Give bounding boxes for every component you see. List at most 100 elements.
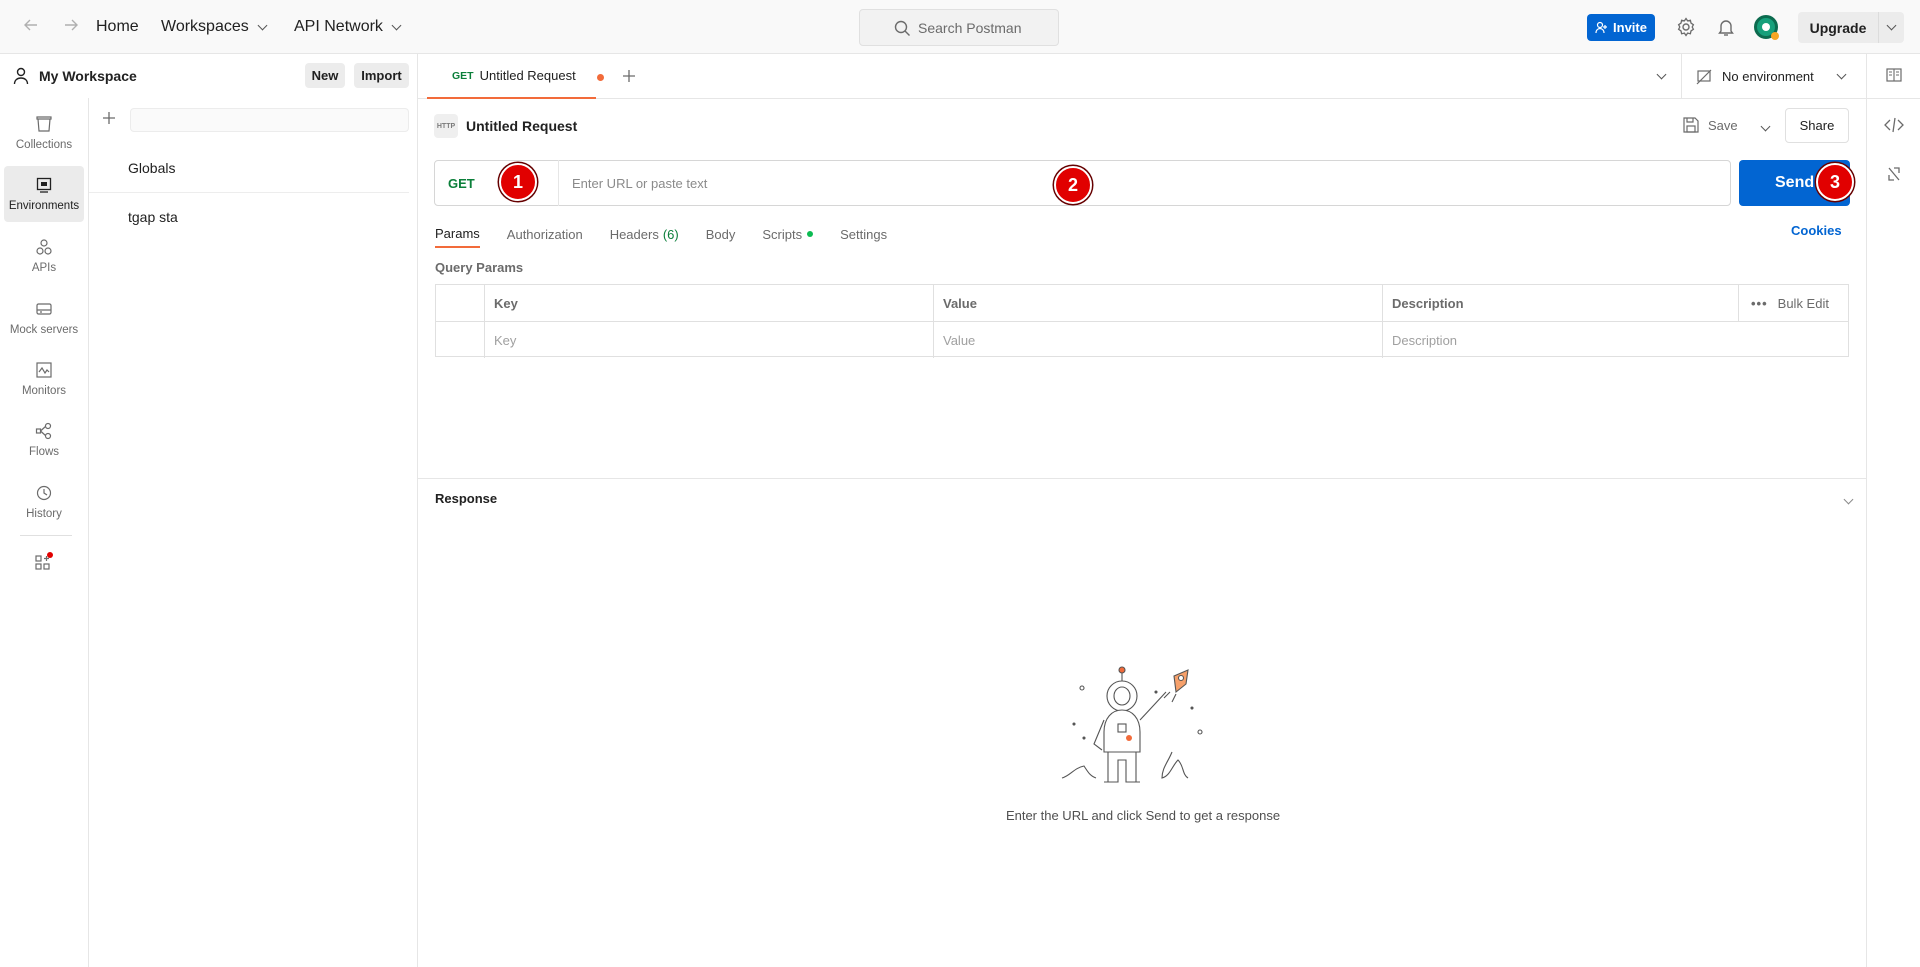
environment-selector[interactable]: No environment xyxy=(1681,54,1847,99)
scripts-status-dot xyxy=(807,231,814,237)
home-link[interactable]: Home xyxy=(96,14,139,40)
value-input[interactable]: Value xyxy=(934,322,1383,358)
tab-title: Untitled Request xyxy=(479,68,576,83)
url-input[interactable] xyxy=(559,163,1730,203)
tab-method: GET xyxy=(452,69,474,82)
new-button-label: New xyxy=(311,68,339,83)
configure-workbench-button[interactable] xyxy=(4,540,84,584)
astronaut-illustration xyxy=(1061,666,1203,783)
right-sidebar xyxy=(1866,54,1920,967)
upgrade-button[interactable]: Upgrade xyxy=(1798,12,1904,43)
tab-label: Headers xyxy=(609,226,659,242)
mock-servers-icon xyxy=(36,303,52,315)
add-user-icon xyxy=(1595,21,1608,34)
tab-label: Body xyxy=(705,226,736,242)
tab-untitled-request[interactable]: GET Untitled Request xyxy=(427,54,604,99)
unsaved-indicator xyxy=(597,74,604,81)
row-checkbox-cell xyxy=(436,322,485,358)
sidebar-item-apis[interactable]: APIs xyxy=(4,228,84,284)
environment-name: Globals xyxy=(128,160,176,176)
method-selector[interactable]: GET xyxy=(435,160,559,206)
new-button[interactable]: New xyxy=(305,63,345,88)
request-title-bar: HTTP Untitled Request xyxy=(434,114,577,138)
no-environment-icon xyxy=(1696,69,1712,84)
avatar[interactable] xyxy=(1754,15,1779,40)
arrow-right-icon[interactable] xyxy=(59,15,83,39)
environments-icon xyxy=(36,177,52,193)
share-button[interactable]: Share xyxy=(1785,108,1849,143)
chevron-down-icon xyxy=(391,20,402,30)
chevron-down-icon[interactable] xyxy=(1654,66,1667,81)
documentation-icon[interactable] xyxy=(1885,66,1903,87)
sidebar-item-flows[interactable]: Flows xyxy=(4,412,84,468)
table-row: Key Value Description xyxy=(436,321,1848,358)
sidebar-rail: Collections Environments APIs Mock serve… xyxy=(0,98,89,967)
arrow-left-icon[interactable] xyxy=(19,15,43,39)
import-button-label: Import xyxy=(361,68,402,83)
description-input[interactable]: Description xyxy=(1383,322,1848,358)
sidebar-item-history[interactable]: History xyxy=(4,474,84,530)
search-box[interactable]: Search Postman xyxy=(859,9,1059,46)
chevron-down-icon[interactable] xyxy=(1841,491,1854,506)
tab-scripts[interactable]: Scripts xyxy=(762,220,814,248)
sidebar-item-label: Flows xyxy=(28,446,60,458)
flows-icon xyxy=(35,422,52,440)
new-tab-icon[interactable] xyxy=(621,68,637,87)
response-header[interactable]: Response xyxy=(418,478,1866,518)
sidebar-item-collections[interactable]: Collections xyxy=(4,105,84,161)
related-collections-icon[interactable] xyxy=(1886,165,1902,186)
http-icon: HTTP xyxy=(434,114,458,138)
import-button[interactable]: Import xyxy=(354,63,409,88)
apis-icon xyxy=(36,239,52,255)
list-item[interactable]: tgap sta xyxy=(89,193,409,241)
sidebar-item-monitors[interactable]: Monitors xyxy=(4,351,84,407)
cookies-link[interactable]: Cookies xyxy=(1791,223,1842,238)
home-label: Home xyxy=(96,18,139,35)
tab-headers[interactable]: Headers (6) xyxy=(610,220,679,248)
annotation-marker: 2 xyxy=(1054,166,1092,204)
code-icon[interactable] xyxy=(1884,117,1904,136)
invite-label: Invite xyxy=(1613,20,1647,35)
bell-icon[interactable] xyxy=(1715,16,1737,38)
response-empty-message: Enter the URL and click Send to get a re… xyxy=(1005,808,1281,823)
tab-params[interactable]: Params xyxy=(435,220,480,248)
workspaces-menu[interactable]: Workspaces xyxy=(161,14,268,40)
tab-authorization[interactable]: Authorization xyxy=(507,220,583,248)
headers-count: (6) xyxy=(662,226,679,242)
tab-label: Authorization xyxy=(506,226,583,242)
annotation-marker: 1 xyxy=(499,163,537,201)
chevron-down-icon[interactable] xyxy=(1758,118,1771,133)
sidebar-item-environments[interactable]: Environments xyxy=(4,166,84,222)
history-icon xyxy=(36,485,52,501)
sidebar-item-label: APIs xyxy=(31,262,57,274)
workspace-header: My Workspace New Import xyxy=(0,54,418,98)
api-network-menu[interactable]: API Network xyxy=(294,14,402,40)
table-header-row: Key Value Description ••• Bulk Edit xyxy=(436,285,1848,321)
annotation-marker: 3 xyxy=(1816,163,1854,201)
settings-icon[interactable] xyxy=(1675,16,1697,38)
sidebar-item-label: Environments xyxy=(8,200,80,212)
list-item[interactable]: Globals xyxy=(89,144,409,192)
collections-icon xyxy=(36,116,52,132)
chevron-down-icon xyxy=(257,20,268,30)
add-icon[interactable] xyxy=(101,110,117,129)
tab-settings[interactable]: Settings xyxy=(840,220,887,248)
sidebar-item-label: Monitors xyxy=(21,385,67,397)
send-label: Send xyxy=(1775,174,1815,191)
tab-body[interactable]: Body xyxy=(706,220,736,248)
save-button[interactable]: Save xyxy=(1682,111,1771,139)
key-input[interactable]: Key xyxy=(485,322,934,358)
invite-button[interactable]: Invite xyxy=(1587,14,1655,41)
monitors-icon xyxy=(36,362,52,378)
bulk-edit-button[interactable]: Bulk Edit xyxy=(1778,296,1829,311)
sidebar-item-label: Mock servers xyxy=(9,324,79,336)
checkbox-column xyxy=(436,285,485,321)
bulk-edit-cell: ••• Bulk Edit xyxy=(1739,285,1848,321)
chevron-down-icon[interactable] xyxy=(1879,20,1904,31)
more-options-icon[interactable]: ••• xyxy=(1751,296,1768,311)
sidebar-item-mock-servers[interactable]: Mock servers xyxy=(4,290,84,346)
environment-filter-input[interactable] xyxy=(130,108,409,132)
save-icon xyxy=(1683,117,1699,133)
request-title[interactable]: Untitled Request xyxy=(466,118,577,134)
tab-label: Settings xyxy=(840,226,888,242)
